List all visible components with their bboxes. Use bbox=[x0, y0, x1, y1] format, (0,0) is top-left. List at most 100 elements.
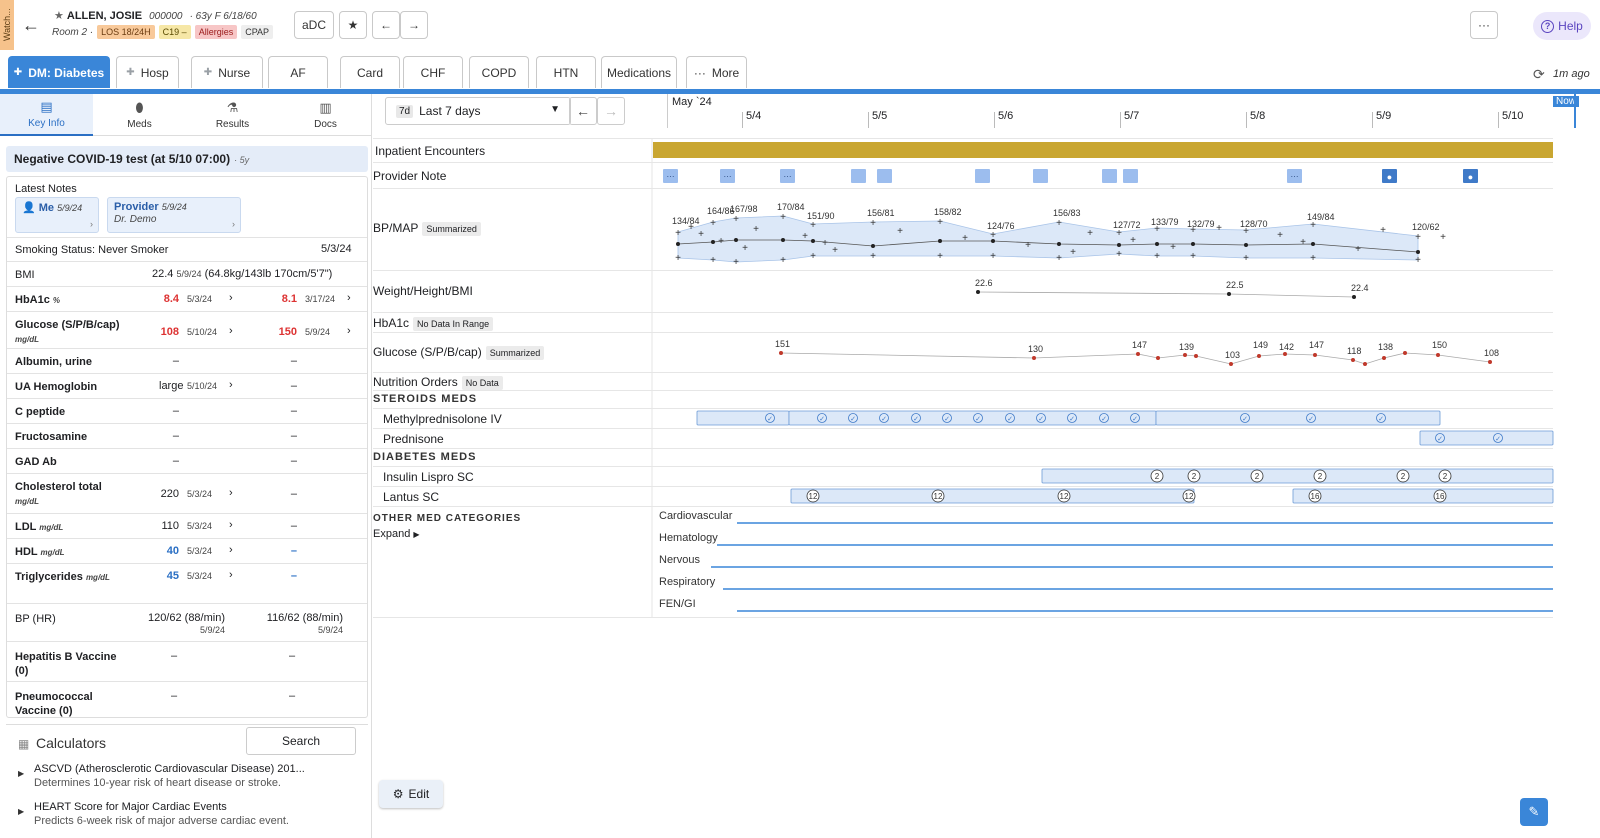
lab-row[interactable]: Cholesterol total mg/dL 220 5/3/24 › – bbox=[7, 473, 367, 513]
bmi-row[interactable]: BMI 22.4 5/9/24 (64.8kg/143lb 170cm/5'7"… bbox=[7, 261, 367, 286]
star-icon[interactable]: ★ bbox=[54, 10, 64, 22]
lab-row[interactable]: HDL mg/dL 40 5/3/24 › – bbox=[7, 538, 367, 563]
specialty-tabs: ✚ DM: Diabetes ✚ Hosp ✚ Nurse AF Card CHF C… bbox=[0, 56, 1600, 89]
refresh-icon[interactable]: ⟳ bbox=[1533, 66, 1545, 83]
tab-nurse[interactable]: ✚ Nurse bbox=[191, 56, 263, 88]
bp-row[interactable]: BP (HR) 120/62 (88/min) 5/9/24 116/62 (88… bbox=[7, 603, 367, 641]
dose-label: 2 bbox=[1255, 472, 1260, 481]
bmi-date: 5/9/24 bbox=[176, 269, 202, 279]
tab-chf[interactable]: CHF bbox=[403, 56, 463, 88]
bp-plus-marker: + bbox=[1355, 244, 1361, 255]
tab-meds[interactable]: ⬮ Meds bbox=[93, 94, 186, 136]
glucose-point bbox=[1032, 356, 1036, 360]
help-icon: ? bbox=[1541, 19, 1555, 33]
glucose-point bbox=[1136, 352, 1140, 356]
bp-value-label: 124/76 bbox=[987, 221, 1015, 231]
calculator-search-button[interactable]: Search bbox=[246, 727, 356, 755]
tab-more[interactable]: ··· More bbox=[686, 56, 747, 88]
check-mark: ✓ bbox=[1437, 436, 1443, 443]
lab-name: Albumin, urine bbox=[15, 356, 92, 368]
next-patient-button[interactable]: → bbox=[400, 11, 428, 39]
lab-row[interactable]: Glucose (S/P/B/cap) mg/dL 108 5/10/24 › 150 5… bbox=[7, 311, 367, 348]
lab-row[interactable]: UA Hemoglobin large 5/10/24 › – bbox=[7, 373, 367, 398]
back-arrow-icon[interactable]: ← bbox=[20, 14, 42, 36]
bp-plus-marker: + bbox=[1070, 247, 1076, 258]
covid-banner[interactable]: Negative COVID-19 test (at 5/10 07:00) · … bbox=[6, 146, 368, 172]
lab-date-1: 5/3/24 bbox=[187, 571, 213, 581]
lab-value-2: – bbox=[290, 488, 297, 500]
note-dots-icon: ··· bbox=[724, 172, 732, 181]
bp-plus-marker: + bbox=[753, 224, 759, 235]
methylprednisolone-bar bbox=[1155, 410, 1441, 426]
tab-card[interactable]: Card bbox=[340, 56, 400, 88]
lab-row[interactable]: Triglycerides mg/dL 45 5/3/24 › – bbox=[7, 563, 367, 603]
bp-value-label: 149/84 bbox=[1307, 212, 1335, 222]
allergies-badge[interactable]: Allergies bbox=[194, 25, 238, 39]
calculator-item-ascvd[interactable]: ASCVD (Atherosclerotic Cardiovascular Di… bbox=[34, 763, 305, 789]
tab-medications[interactable]: Medications bbox=[601, 56, 677, 88]
map-point bbox=[1057, 242, 1061, 246]
pin-icon[interactable]: ✚ bbox=[204, 67, 212, 78]
lab-label: Glucose (S/P/B/cap) mg/dL bbox=[15, 318, 125, 347]
note-date: 5/9/24 bbox=[57, 203, 83, 213]
pin-icon[interactable]: ✚ bbox=[126, 67, 134, 78]
c19-badge: C19 – bbox=[158, 25, 191, 39]
note-provider[interactable]: Provider 5/9/24 Dr. Demo › bbox=[107, 197, 241, 233]
bp-v1: 120/62 (88/min) bbox=[147, 612, 225, 624]
lab-value-1: – bbox=[172, 355, 179, 367]
tab-htn[interactable]: HTN bbox=[536, 56, 596, 88]
tab-hosp[interactable]: ✚ Hosp bbox=[116, 56, 179, 88]
lab-row[interactable]: C peptide – – bbox=[7, 398, 367, 423]
more-options-button[interactable]: ··· bbox=[1470, 11, 1498, 39]
note-title: Provider bbox=[114, 201, 159, 213]
note-me[interactable]: 👤 Me 5/9/24 › bbox=[15, 197, 99, 233]
tab-dm-diabetes[interactable]: ✚ DM: Diabetes bbox=[8, 56, 110, 88]
vaccine-row: Pneumococcal Vaccine (0) – – bbox=[7, 681, 367, 719]
lab-row[interactable]: GAD Ab – – bbox=[7, 448, 367, 473]
caret-right-icon[interactable]: ▶ bbox=[18, 769, 24, 778]
tab-copd[interactable]: COPD bbox=[469, 56, 529, 88]
pin-icon[interactable]: ✚ bbox=[14, 67, 22, 78]
calculator-item-heart[interactable]: HEART Score for Major Cardiac Events Pre… bbox=[34, 801, 289, 827]
provider-note-marker bbox=[851, 169, 866, 183]
vaccine-v1: – bbox=[171, 690, 178, 702]
pencil-icon[interactable]: ✎ bbox=[1520, 798, 1548, 826]
lab-row[interactable]: HbA1c % 8.4 5/3/24 › 8.1 3/17/24 › bbox=[7, 286, 367, 311]
bp-plus-marker: + bbox=[1116, 249, 1122, 260]
lab-label: Albumin, urine bbox=[15, 355, 155, 370]
tab-label: Card bbox=[356, 65, 383, 80]
adc-button[interactable]: aDC bbox=[294, 11, 334, 39]
lab-row[interactable]: Fructosamine – – bbox=[7, 423, 367, 448]
lab-value-2: – bbox=[290, 355, 297, 367]
tab-label: Results bbox=[215, 119, 250, 130]
last-updated: 1m ago bbox=[1553, 68, 1590, 80]
med-category-label: Nervous bbox=[659, 554, 700, 566]
tab-docs[interactable]: ▥ Docs bbox=[279, 94, 371, 136]
tab-label: Meds bbox=[127, 119, 152, 130]
lab-row[interactable]: LDL mg/dL 110 5/3/24 › – bbox=[7, 513, 367, 538]
dose-label: 2 bbox=[1155, 472, 1160, 481]
glucose-value-label: 118 bbox=[1347, 346, 1361, 356]
lab-name: Triglycerides bbox=[15, 571, 83, 583]
watch-tab[interactable]: Watch... bbox=[0, 0, 14, 50]
lab-name: Fructosamine bbox=[15, 431, 88, 443]
tab-results[interactable]: ⚗ Results bbox=[186, 94, 279, 136]
favorite-star-button[interactable]: ★ bbox=[339, 11, 367, 39]
check-mark: ✓ bbox=[1378, 416, 1384, 423]
lab-value-1: – bbox=[172, 455, 179, 467]
caret-right-icon[interactable]: ▶ bbox=[18, 807, 24, 816]
tab-label: DM: Diabetes bbox=[28, 65, 105, 80]
lab-row[interactable]: Albumin, urine – – bbox=[7, 348, 367, 373]
tab-af[interactable]: AF bbox=[268, 56, 328, 88]
glucose-point bbox=[1156, 356, 1160, 360]
chevron-right-icon: › bbox=[347, 325, 351, 337]
help-button[interactable]: ? Help bbox=[1533, 12, 1591, 40]
vaccine-label: Hepatitis B Vaccine (0) bbox=[15, 651, 117, 677]
lab-unit: mg/dL bbox=[15, 335, 39, 344]
dose-label: 2 bbox=[1401, 472, 1406, 481]
lab-value-2: – bbox=[290, 570, 297, 582]
lab-label: GAD Ab bbox=[15, 455, 155, 470]
tab-key-info[interactable]: ▤ Key Info bbox=[0, 94, 93, 136]
edit-button[interactable]: ⚙ Edit bbox=[379, 780, 443, 808]
previous-patient-button[interactable]: ← bbox=[372, 11, 400, 39]
